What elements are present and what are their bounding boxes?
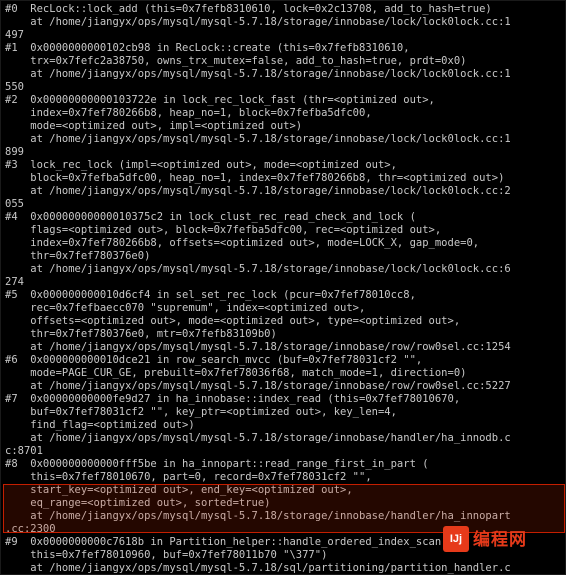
terminal-window: #0 RecLock::lock_add (this=0x7fefb831061… bbox=[0, 0, 566, 575]
watermark-logo: IJj 编程网 bbox=[443, 524, 551, 554]
logo-badge: IJj bbox=[443, 526, 469, 552]
stack-trace-text: #0 RecLock::lock_add (this=0x7fefb831061… bbox=[1, 1, 565, 575]
logo-text: 编程网 bbox=[473, 533, 527, 546]
